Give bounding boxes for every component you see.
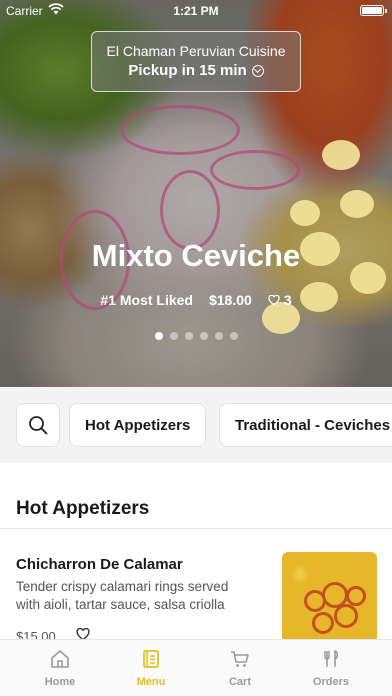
tab-bar: Home Menu Cart Orders <box>0 639 392 696</box>
tab-label: Home <box>44 676 76 688</box>
section-title: Hot Appetizers <box>16 498 150 519</box>
likes-value: 3 <box>283 292 292 308</box>
restaurant-info-button[interactable]: El Chaman Peruvian Cuisine Pickup in 15 … <box>91 31 301 92</box>
utensils-icon <box>324 649 339 667</box>
divider <box>0 528 392 529</box>
pickup-label: Pickup in 15 min <box>128 62 247 79</box>
tab-menu[interactable]: Menu <box>102 640 200 696</box>
tab-cart[interactable]: Cart <box>191 640 289 696</box>
clock: 1:21 PM <box>173 4 219 18</box>
heart-icon <box>268 295 280 306</box>
pickup-time: Pickup in 15 min <box>92 62 300 79</box>
carousel-indicator[interactable] <box>0 332 392 340</box>
carousel-dot[interactable] <box>169 332 178 340</box>
chevron-down-circle-icon <box>251 64 264 77</box>
tab-label: Orders <box>312 676 350 688</box>
featured-dish-title: Mixto Ceviche <box>91 238 301 273</box>
battery-icon <box>360 5 387 16</box>
carousel-dot[interactable] <box>199 332 208 340</box>
carousel-dot[interactable] <box>184 332 193 340</box>
menu-item[interactable]: Chicharron De Calamar Tender crispy cala… <box>0 530 392 647</box>
most-liked-badge: #1 Most Liked <box>100 292 193 308</box>
tab-label: Menu <box>136 676 166 688</box>
tab-label: Cart <box>228 676 251 688</box>
status-bar: Carrier 1:21 PM <box>0 0 392 22</box>
carousel-dot[interactable] <box>214 332 223 340</box>
menu-item-description: Tender crispy calamari rings served with… <box>16 579 229 612</box>
featured-dish-meta: #1 Most Liked $18.00 3 <box>0 292 392 308</box>
search-icon <box>29 416 48 435</box>
carousel-dot[interactable] <box>154 332 163 340</box>
category-chip-hot-appetizers[interactable]: Hot Appetizers <box>69 403 207 447</box>
likes-count[interactable]: 3 <box>268 292 292 308</box>
carousel-dot[interactable] <box>229 332 238 340</box>
tab-orders[interactable]: Orders <box>282 640 380 696</box>
menu-book-icon <box>143 650 159 668</box>
cart-icon <box>231 651 249 667</box>
category-bar: Hot Appetizers Traditional - Ceviches <box>0 387 392 463</box>
restaurant-name: El Chaman Peruvian Cuisine <box>106 43 286 59</box>
category-chip-traditional-ceviches[interactable]: Traditional - Ceviches <box>219 403 392 447</box>
home-icon <box>51 650 69 668</box>
menu-item-name: Chicharron De Calamar <box>16 556 183 573</box>
search-button[interactable] <box>16 403 60 447</box>
featured-dish-price: $18.00 <box>208 292 252 308</box>
tab-home[interactable]: Home <box>11 640 109 696</box>
menu-item-photo <box>282 552 377 647</box>
